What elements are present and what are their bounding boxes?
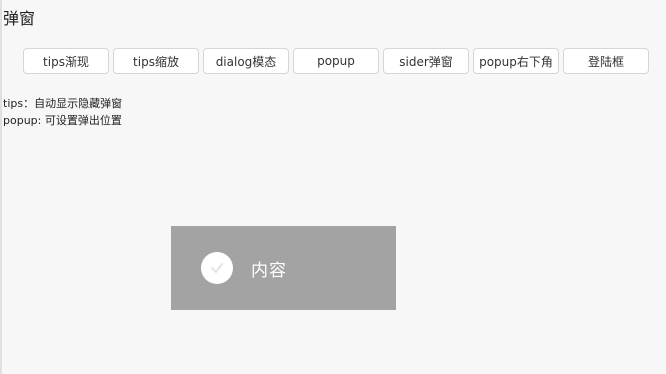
tips-fade-button[interactable]: tips渐现 [23, 48, 109, 74]
check-circle-icon [201, 252, 233, 284]
button-row: tips渐现 tips缩放 dialog模态 popup sider弹窗 pop… [23, 48, 649, 74]
popup-bottom-right-button[interactable]: popup右下角 [473, 48, 559, 74]
toast-popup: 内容 [171, 226, 396, 310]
login-box-button[interactable]: 登陆框 [563, 48, 649, 74]
dialog-modal-button[interactable]: dialog模态 [203, 48, 289, 74]
tips-scale-button[interactable]: tips缩放 [113, 48, 199, 74]
sider-popup-button[interactable]: sider弹窗 [383, 48, 469, 74]
check-icon [211, 263, 223, 273]
left-edge-divider [0, 0, 2, 374]
toast-content-text: 内容 [251, 260, 287, 281]
description-tips: tips：自动显示隐藏弹窗 [3, 97, 123, 110]
description-popup: popup: 可设置弹出位置 [3, 114, 122, 127]
description: tips：自动显示隐藏弹窗 popup: 可设置弹出位置 [3, 95, 122, 129]
popup-button[interactable]: popup [293, 48, 379, 74]
page-title: 弹窗 [3, 9, 36, 28]
